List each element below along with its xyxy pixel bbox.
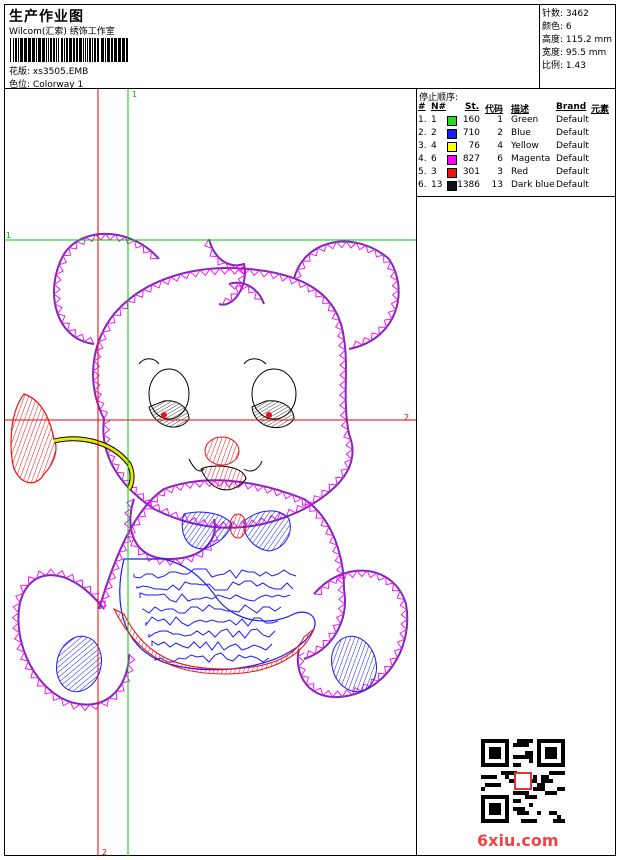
row-code: 6 — [497, 154, 503, 164]
watermark: 6xiu.com — [477, 831, 559, 850]
row-needle: 1 — [431, 115, 437, 125]
row-color-swatch — [447, 181, 457, 191]
row-code: 4 — [497, 141, 503, 151]
row-brand: Default — [556, 154, 589, 164]
row-needle: 4 — [431, 141, 437, 151]
col-header-element: 元素 — [591, 105, 610, 115]
paw-pads — [56, 635, 377, 693]
row-brand: Default — [556, 180, 589, 190]
table-row: 1. 1 160 1 Green Default — [417, 115, 616, 128]
row-code: 2 — [497, 128, 503, 138]
guide-label-v1: 1 — [132, 90, 137, 99]
row-brand: Default — [556, 141, 589, 151]
qr-code-icon — [481, 739, 565, 823]
table-row: 5. 3 301 3 Red Default — [417, 167, 616, 180]
row-color-swatch — [447, 168, 457, 178]
design-preview: 1 1 2 2 — [4, 89, 417, 856]
design-label: 花版: — [9, 67, 31, 77]
page-title: 生产作业图 — [9, 9, 84, 25]
table-row: 2. 2 710 2 Blue Default — [417, 128, 616, 141]
row-description: Blue — [511, 128, 531, 138]
bear-face — [138, 358, 297, 491]
row-stitches: 827 — [462, 154, 480, 164]
design-stats: 针数: 3462 颜色: 6 高度: 115.2 mm 宽度: 95.5 mm … — [540, 4, 616, 89]
row-index: 4. — [418, 154, 427, 164]
row-description: Red — [511, 167, 529, 177]
barcode-icon — [10, 38, 128, 62]
design-name: xs3505.EMB — [32, 67, 89, 77]
row-color-swatch — [447, 116, 457, 126]
table-row: 4. 6 827 6 Magenta Default — [417, 154, 616, 167]
row-description: Magenta — [511, 154, 551, 164]
red-trim — [112, 607, 316, 675]
stat-height: 高度: 115.2 mm — [542, 35, 613, 45]
row-needle: 3 — [431, 167, 437, 177]
row-needle: 2 — [431, 128, 437, 138]
col-header-st: St. — [465, 102, 480, 112]
stat-stitches: 针数: 3462 — [542, 9, 589, 19]
guide-label-h1: 1 — [6, 231, 11, 240]
row-index: 1. — [418, 115, 427, 125]
row-index: 2. — [418, 128, 427, 138]
col-header-idx: # — [418, 102, 426, 112]
row-brand: Default — [556, 115, 589, 125]
company-name: Wilcom(汇索) 绣饰工作室 — [9, 27, 115, 37]
design-row: 花版: xs3505.EMB — [9, 64, 88, 77]
col-header-desc: 描述 — [511, 105, 530, 115]
row-color-swatch — [447, 129, 457, 139]
flower-motif — [10, 393, 135, 491]
row-stitches: 160 — [462, 115, 480, 125]
col-header-code: 代码 — [485, 105, 504, 115]
bow-tie — [181, 510, 291, 552]
row-stitches: 1386 — [457, 180, 480, 190]
row-stitches: 301 — [462, 167, 480, 177]
stat-scale: 比例: 1.43 — [542, 61, 586, 71]
row-code: 13 — [491, 180, 503, 190]
embroidery-canvas: 1 1 2 2 — [4, 89, 416, 856]
row-brand: Default — [556, 128, 589, 138]
row-index: 6. — [418, 180, 427, 190]
row-brand: Default — [556, 167, 589, 177]
stat-colors: 颜色: 6 — [542, 22, 572, 32]
row-description: Green — [511, 115, 539, 125]
row-needle: 13 — [431, 180, 443, 190]
row-description: Dark blue — [511, 180, 555, 190]
row-index: 5. — [418, 167, 427, 177]
row-code: 1 — [497, 115, 503, 125]
row-needle: 6 — [431, 154, 437, 164]
stat-width: 宽度: 95.5 mm — [542, 48, 607, 58]
table-row: 3. 4 76 4 Yellow Default — [417, 141, 616, 154]
row-index: 3. — [418, 141, 427, 151]
col-header-brand: Brand — [556, 102, 587, 112]
row-stitches: 710 — [462, 128, 480, 138]
row-stitches: 76 — [468, 141, 480, 151]
row-code: 3 — [497, 167, 503, 177]
table-divider — [417, 196, 616, 197]
col-header-n: N# — [431, 102, 447, 112]
row-description: Yellow — [511, 141, 539, 151]
guide-label-v2: 2 — [102, 848, 107, 856]
row-color-swatch — [447, 155, 457, 165]
row-color-swatch — [447, 142, 457, 152]
stop-sequence-panel: 停止顺序: # N# St. 代码 描述 Brand 元素 1. 1 160 1 Gre… — [417, 89, 616, 856]
table-row: 6. 13 1386 13 Dark blue Default — [417, 180, 616, 193]
header-info: 生产作业图 Wilcom(汇索) 绣饰工作室 花版: xs3505.EMB 色位… — [4, 4, 540, 90]
guide-label-h2: 2 — [404, 413, 409, 422]
